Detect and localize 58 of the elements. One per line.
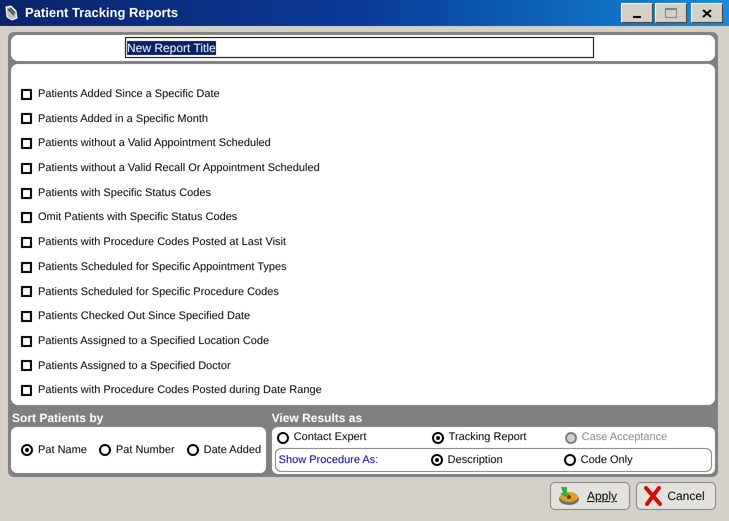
radio-button[interactable]	[430, 454, 443, 466]
checkbox-label: Patients with Procedure Codes Posted during Date Range	[38, 383, 322, 398]
report-title-field[interactable]: New Report Title	[125, 37, 594, 58]
radio-button[interactable]	[276, 432, 289, 444]
radio-label: Code Only	[580, 452, 633, 468]
radio-label: Description	[448, 452, 503, 468]
minimize-button[interactable]	[621, 3, 653, 23]
window-title: Patient Tracking Reports	[25, 4, 180, 22]
radio-label: Pat Number	[116, 442, 175, 458]
radio-label: Pat Name	[38, 442, 87, 458]
checkbox[interactable]	[21, 138, 32, 150]
maximize-button[interactable]	[655, 3, 687, 23]
apply-button[interactable]: Apply	[550, 482, 630, 510]
checkbox[interactable]	[21, 385, 32, 396]
minimize-icon	[633, 16, 641, 18]
checkbox-label: Patients without a Valid Appointment Scheduled	[38, 136, 271, 152]
close-icon	[702, 8, 712, 18]
checkbox-label: Patients Assigned to a Specified Location Code	[38, 334, 270, 349]
checkbox[interactable]	[21, 310, 32, 322]
section-heading: Sort Patients by	[11, 410, 104, 427]
checkbox-label: Patients with Procedure Codes Posted at Last Visit	[38, 235, 286, 250]
checkbox-label: Patients Assigned to a Specified Doctor	[38, 358, 231, 374]
checkbox-label: Patients without a Valid Recall Or Appointment Scheduled	[38, 161, 320, 176]
checkbox-label: Patients Scheduled for Specific Procedure Codes	[38, 284, 279, 300]
radio-button[interactable]	[432, 432, 444, 444]
radio-label: Date Added	[204, 442, 262, 458]
app-icon	[3, 5, 19, 21]
checkbox-label: Patients Added Since a Specific Date	[38, 87, 220, 102]
checkbox[interactable]	[21, 286, 32, 298]
checkbox-label: Patients Scheduled for Specific Appointment Types	[38, 260, 287, 275]
checkbox-label: Omit Patients with Specific Status Codes	[38, 210, 238, 226]
cancel-button[interactable]: Cancel	[636, 482, 716, 510]
checkbox-label: Patients Added in a Specific Month	[38, 112, 208, 127]
checkbox[interactable]	[21, 336, 32, 347]
checkbox[interactable]	[21, 113, 32, 124]
radio-button[interactable]	[21, 444, 33, 456]
checkbox[interactable]	[21, 188, 32, 199]
close-button[interactable]	[691, 3, 723, 23]
checkbox[interactable]	[21, 262, 32, 273]
radio-label: Tracking Report	[448, 430, 526, 446]
maximize-icon	[665, 8, 677, 18]
checkbox[interactable]	[21, 212, 32, 224]
checkbox-label: Patients with Specific Status Codes	[38, 186, 212, 201]
checkbox[interactable]	[21, 236, 32, 248]
radio-button[interactable]	[564, 454, 576, 466]
checkbox[interactable]	[21, 88, 32, 100]
radio-label: Case Acceptance	[582, 430, 668, 446]
procedure-label: Show Procedure As:	[278, 452, 380, 468]
cancel-icon	[643, 486, 663, 506]
disk-icon	[557, 485, 581, 507]
radio-label: Contact Expert	[294, 430, 366, 446]
checkbox-label: Patients Checked Out Since Specified Date	[38, 309, 250, 324]
radio-button[interactable]	[186, 444, 199, 456]
section-heading: View Results as	[272, 410, 364, 427]
checkbox[interactable]	[21, 360, 32, 372]
checkbox[interactable]	[21, 162, 32, 174]
radio-button[interactable]	[98, 444, 111, 456]
field-text: New Report Title	[127, 40, 216, 55]
